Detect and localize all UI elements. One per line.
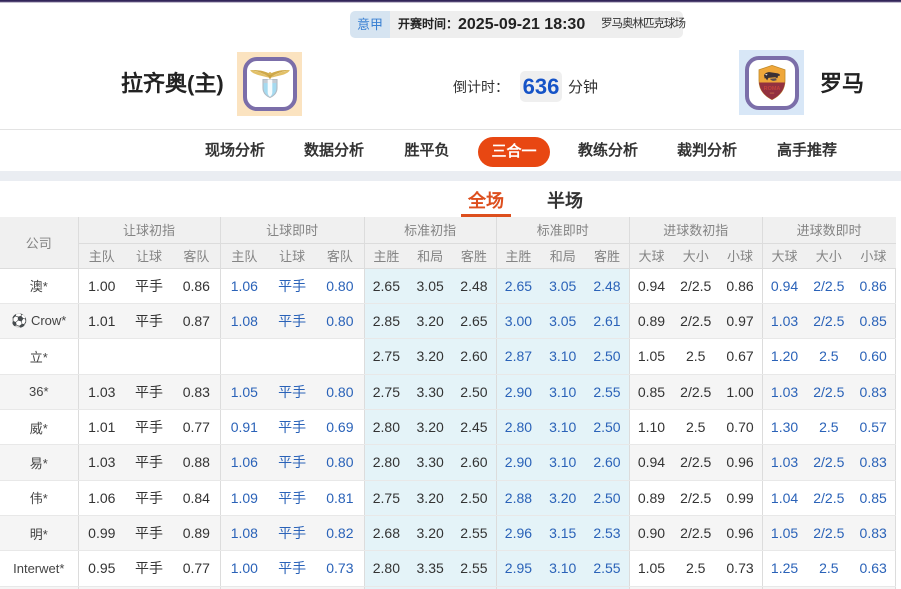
svg-text:ROMA: ROMA [763,86,780,92]
